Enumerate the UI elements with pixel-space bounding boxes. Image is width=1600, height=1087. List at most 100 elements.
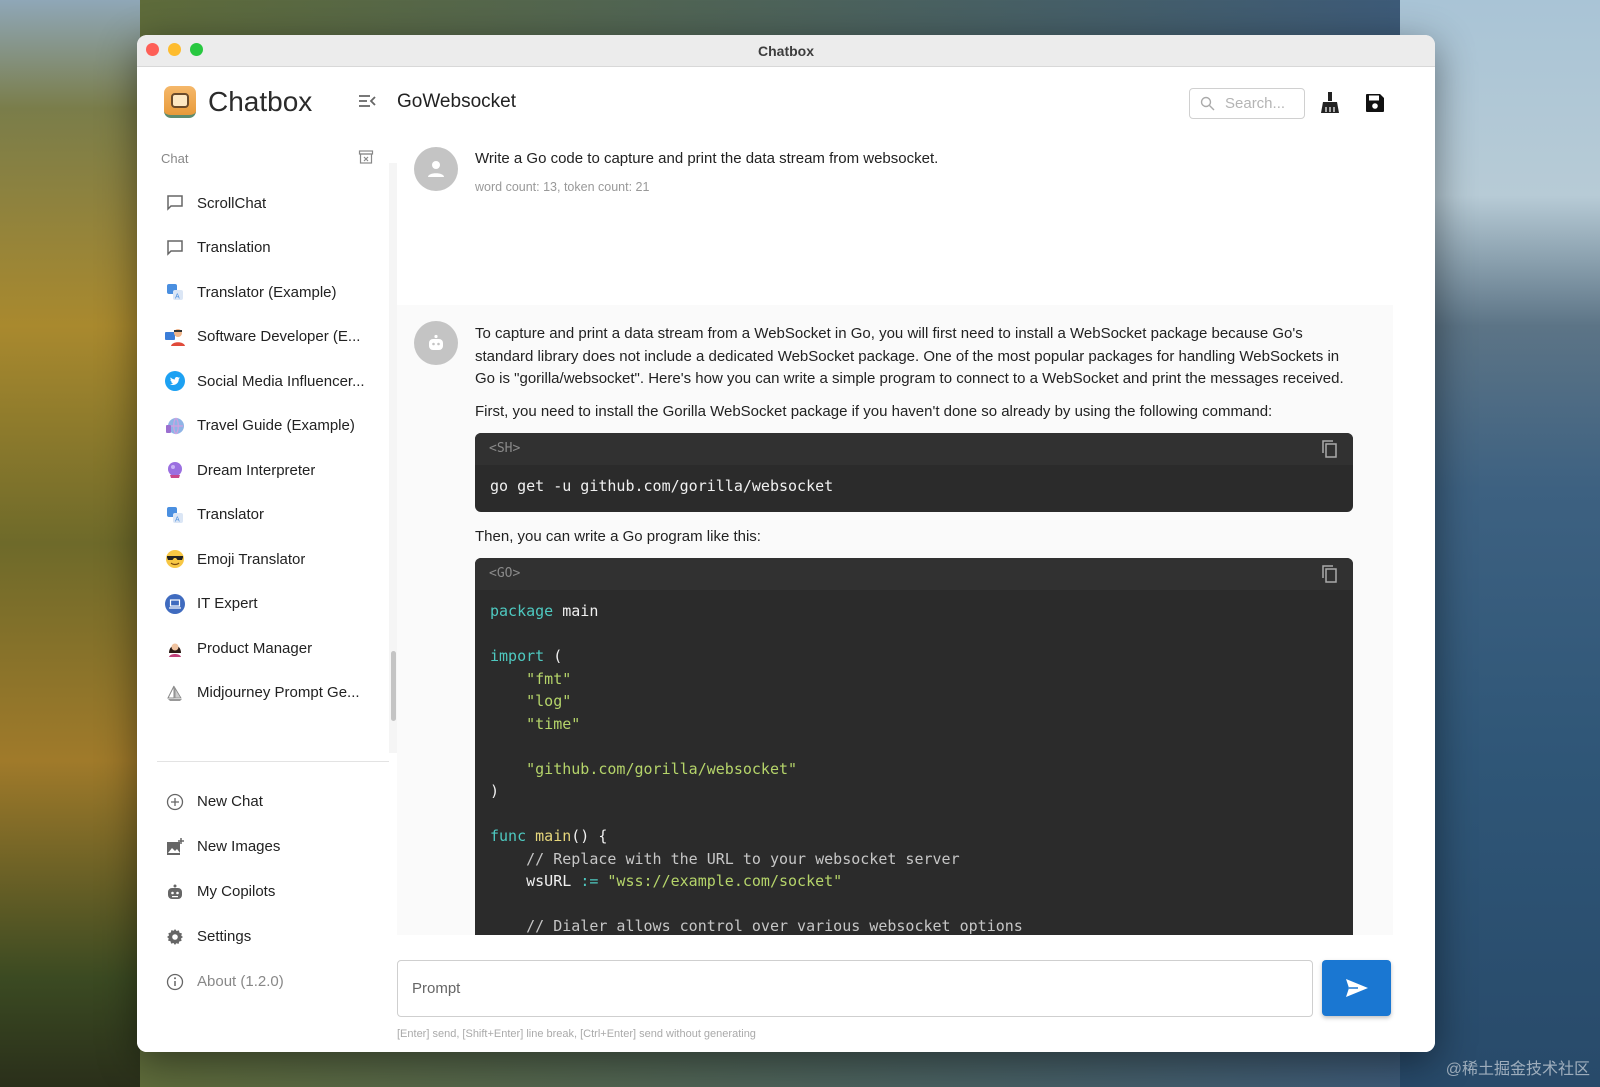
sidebar-scrollbar-thumb[interactable]	[391, 651, 396, 721]
clean-chat-button[interactable]	[1318, 91, 1342, 115]
chat-item-translation[interactable]: Translation	[153, 226, 373, 271]
menu-item-label: My Copilots	[197, 883, 276, 900]
menu-item-label: New Chat	[197, 793, 263, 810]
chat-item-software-developer[interactable]: Software Developer (E...	[153, 315, 373, 360]
composer: [Enter] send, [Shift+Enter] line break, …	[397, 935, 1435, 1052]
collapse-sidebar-button[interactable]	[357, 91, 379, 113]
code-line: "log"	[490, 690, 1338, 713]
sidebar-menu: New Chat New Images My Copilots Settings	[153, 779, 373, 1004]
chat-item-label: IT Expert	[197, 595, 258, 613]
window-title: Chatbox	[758, 42, 814, 59]
code-block-go: <GO> package main import ( "fmt" "log" "…	[475, 558, 1353, 935]
code-language-label: <SH>	[475, 433, 1353, 465]
user-message-body: Write a Go code to capture and print the…	[475, 148, 1353, 198]
code-token: "log"	[526, 692, 572, 710]
app-window: Chatbox Chatbox Chat	[137, 35, 1435, 1052]
my-copilots-button[interactable]: My Copilots	[153, 869, 373, 914]
code-content: package main import ( "fmt" "log" "time"…	[475, 590, 1353, 935]
minimize-window-button[interactable]	[168, 43, 181, 56]
broom-icon	[1321, 92, 1339, 113]
menu-item-label: New Images	[197, 838, 281, 855]
code-line: // Dialer allows control over various we…	[490, 915, 1338, 935]
code-token: )	[490, 782, 500, 800]
svg-text:A: A	[175, 516, 180, 523]
chat-item-scrollchat[interactable]: ScrollChat	[153, 181, 373, 226]
session-title[interactable]: GoWebsocket	[397, 91, 516, 113]
maximize-window-button[interactable]	[190, 43, 203, 56]
chat-item-social-media-influencer[interactable]: Social Media Influencer...	[153, 359, 373, 404]
message-stats: word count: 13, token count: 21	[475, 179, 650, 194]
chat-item-emoji-translator[interactable]: Emoji Translator	[153, 537, 373, 582]
code-token: // Dialer allows control over various we…	[526, 917, 1023, 935]
sidebar: Chatbox Chat ScrollChat	[137, 67, 397, 1052]
code-content: go get -u github.com/gorilla/websocket	[490, 477, 834, 495]
code-token: "github.com/gorilla/websocket"	[526, 759, 798, 778]
copy-icon	[1322, 565, 1337, 583]
sunglasses-emoji-icon	[165, 549, 185, 569]
save-chat-button[interactable]	[1363, 91, 1387, 115]
code-token: "time"	[526, 714, 581, 733]
code-token: :=	[580, 872, 599, 890]
copy-code-button[interactable]	[1321, 439, 1339, 459]
code-line: )	[490, 780, 1338, 803]
new-chat-button[interactable]: New Chat	[153, 779, 373, 824]
translate-avatar-icon: A	[165, 282, 185, 302]
prompt-input[interactable]	[397, 960, 1313, 1017]
robot-icon	[429, 334, 443, 350]
chat-item-label: ScrollChat	[197, 194, 267, 212]
code-line: "time"	[490, 713, 1338, 736]
chat-item-label: Social Media Influencer...	[197, 372, 365, 390]
desktop-wallpaper	[0, 0, 140, 1087]
about-button[interactable]: About (1.2.0)	[153, 959, 373, 1004]
top-bar: GoWebsocket	[397, 67, 1435, 137]
settings-button[interactable]: Settings	[153, 914, 373, 959]
twitter-avatar-icon	[165, 371, 185, 392]
chat-item-translator[interactable]: A Translator	[153, 493, 373, 538]
chat-item-dream-interpreter[interactable]: Dream Interpreter	[153, 448, 373, 493]
search-box[interactable]	[1189, 88, 1305, 119]
info-icon	[165, 972, 185, 992]
code-token: package	[490, 602, 554, 620]
menu-item-label: About (1.2.0)	[197, 973, 284, 990]
copy-code-button[interactable]	[1321, 564, 1339, 584]
clear-chats-button[interactable]	[358, 149, 374, 165]
sidebar-scrollbar[interactable]	[389, 163, 397, 753]
chat-item-translator-example[interactable]: A Translator (Example)	[153, 270, 373, 315]
chat-item-product-manager[interactable]: Product Manager	[153, 626, 373, 671]
send-button[interactable]	[1322, 960, 1391, 1016]
message-list: Write a Go code to capture and print the…	[397, 137, 1435, 935]
keyboard-hint: [Enter] send, [Shift+Enter] line break, …	[397, 1028, 756, 1040]
search-icon	[1200, 96, 1215, 111]
chat-item-label: Emoji Translator	[197, 550, 306, 568]
copy-icon	[1322, 440, 1337, 458]
close-window-button[interactable]	[146, 43, 159, 56]
chat-item-label: Translator (Example)	[197, 283, 337, 301]
main-panel: GoWebsocket Write a Go code to capture a…	[397, 67, 1435, 1052]
chat-item-it-expert[interactable]: IT Expert	[153, 582, 373, 627]
code-token: func	[490, 827, 527, 845]
brand-name: Chatbox	[208, 86, 313, 117]
translate-avatar-icon: A	[165, 505, 185, 525]
code-token: (	[544, 647, 563, 665]
chat-list: ScrollChat Translation A Translator (Exa…	[153, 181, 373, 715]
chat-item-label: Dream Interpreter	[197, 461, 316, 479]
code-token: import	[490, 647, 545, 665]
code-line: import (	[490, 645, 1338, 668]
chat-item-midjourney-prompt[interactable]: Midjourney Prompt Ge...	[153, 671, 373, 716]
code-line: func main() {	[490, 825, 1338, 848]
new-images-button[interactable]: New Images	[153, 824, 373, 869]
code-line: "fmt"	[490, 668, 1338, 691]
brand: Chatbox	[164, 86, 312, 118]
assistant-paragraph: To capture and print a data stream from …	[475, 325, 1344, 387]
window-controls	[146, 43, 203, 56]
search-input[interactable]	[1225, 95, 1297, 112]
chat-item-travel-guide[interactable]: Travel Guide (Example)	[153, 404, 373, 449]
sailboat-avatar-icon	[165, 683, 185, 703]
plus-circle-icon	[165, 792, 185, 812]
assistant-paragraph: Then, you can write a Go program like th…	[475, 527, 761, 545]
